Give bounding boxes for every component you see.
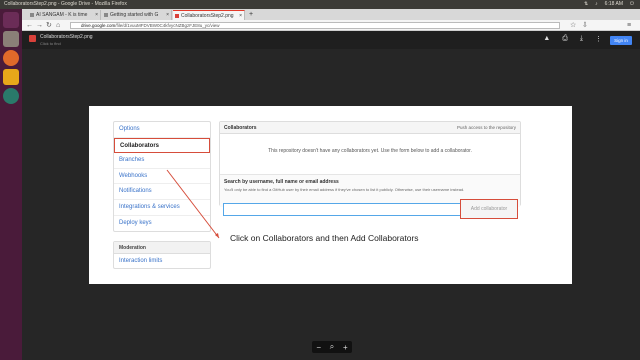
os-top-bar: CollaboratorsStep2.png - Google Drive - … <box>0 0 640 9</box>
sublime-text-icon[interactable] <box>3 69 19 85</box>
files-icon[interactable] <box>3 31 19 47</box>
tab-ai-sangam[interactable]: AI SANGAM - K is time × <box>28 10 101 20</box>
browser-icon[interactable] <box>3 88 19 104</box>
drive-viewer: CollaboratorsStep2.png Click to find ▲ ⎙… <box>22 31 640 360</box>
more-options-icon[interactable]: ⋮ <box>595 35 602 43</box>
zoom-controls: − ⌕ + <box>312 341 352 353</box>
tab-bar: AI SANGAM - K is time × Getting started … <box>22 9 640 20</box>
close-icon[interactable]: × <box>95 10 98 20</box>
annotation-arrow <box>166 169 220 239</box>
zoom-in-button[interactable]: + <box>343 343 348 352</box>
tab-label: Getting started with G <box>110 12 159 18</box>
file-name: CollaboratorsStep2.png <box>40 34 93 40</box>
tab-collaborators-step2[interactable]: CollaboratorsStep2.png × <box>173 10 245 20</box>
add-to-drive-icon[interactable]: ▲ <box>543 35 550 43</box>
bookmarks-icon[interactable]: ☆ <box>570 20 576 31</box>
print-icon[interactable]: ⎙ <box>562 35 568 43</box>
ubuntu-launcher <box>0 9 22 360</box>
close-icon[interactable]: × <box>166 10 169 20</box>
tab-label: AI SANGAM - K is time <box>36 12 88 18</box>
power-icon[interactable]: ⏻ <box>630 0 634 9</box>
sign-in-button[interactable]: Sign in <box>610 36 632 45</box>
close-icon[interactable]: × <box>239 11 242 20</box>
tab-favicon-icon <box>175 14 179 18</box>
system-tray: ⇅ ♪ 6:18 AM ⏻ <box>584 0 634 9</box>
viewer-actions: ▲ ⎙ ⤓ ⋮ <box>543 35 602 43</box>
url-bar[interactable]: drive.google.com/file/d/1vuuMFDVBW0C4kfv… <box>70 22 560 29</box>
volume-icon[interactable]: ♪ <box>595 0 598 9</box>
download-icon[interactable]: ⤓ <box>580 35 583 43</box>
navigation-bar: ← → ↻ ⌂ drive.google.com/file/d/1vuuMFDV… <box>22 20 640 31</box>
viewer-header: CollaboratorsStep2.png Click to find ▲ ⎙… <box>22 31 640 49</box>
tab-favicon-icon <box>104 13 108 17</box>
zoom-out-button[interactable]: − <box>316 343 321 352</box>
home-icon[interactable]: ⌂ <box>56 20 60 31</box>
tab-getting-started[interactable]: Getting started with G × <box>102 10 172 20</box>
firefox-icon[interactable] <box>3 50 19 66</box>
new-tab-button[interactable]: + <box>247 10 257 20</box>
zoom-search-icon[interactable]: ⌕ <box>330 342 334 352</box>
download-icon[interactable]: ⇩ <box>582 20 588 31</box>
tab-label: CollaboratorsStep2.png <box>181 13 234 19</box>
arrow-line <box>166 169 220 239</box>
back-arrow-icon[interactable]: ← <box>26 20 33 31</box>
forward-arrow-icon[interactable]: → <box>36 20 43 31</box>
ubuntu-dash-icon[interactable] <box>3 12 19 28</box>
preview-image: Options Collaborators Branches Webhooks … <box>89 106 572 284</box>
url-host: drive.google.com <box>81 23 116 28</box>
tab-favicon-icon <box>30 13 34 17</box>
network-icon[interactable]: ⇅ <box>584 0 588 9</box>
instruction-caption: Click on Collaborators and then Add Coll… <box>230 233 419 243</box>
menu-icon[interactable]: ≡ <box>627 20 631 31</box>
url-path: /file/d/1vuuMFDVBW0C4kfvycNZBgzFJE8u_yc/… <box>115 23 220 28</box>
window-title: CollaboratorsStep2.png - Google Drive - … <box>4 1 127 7</box>
viewer-hint: Click to find <box>40 41 61 46</box>
clock[interactable]: 6:18 AM <box>605 0 623 9</box>
image-file-icon <box>29 35 36 42</box>
reload-icon[interactable]: ↻ <box>46 20 52 31</box>
